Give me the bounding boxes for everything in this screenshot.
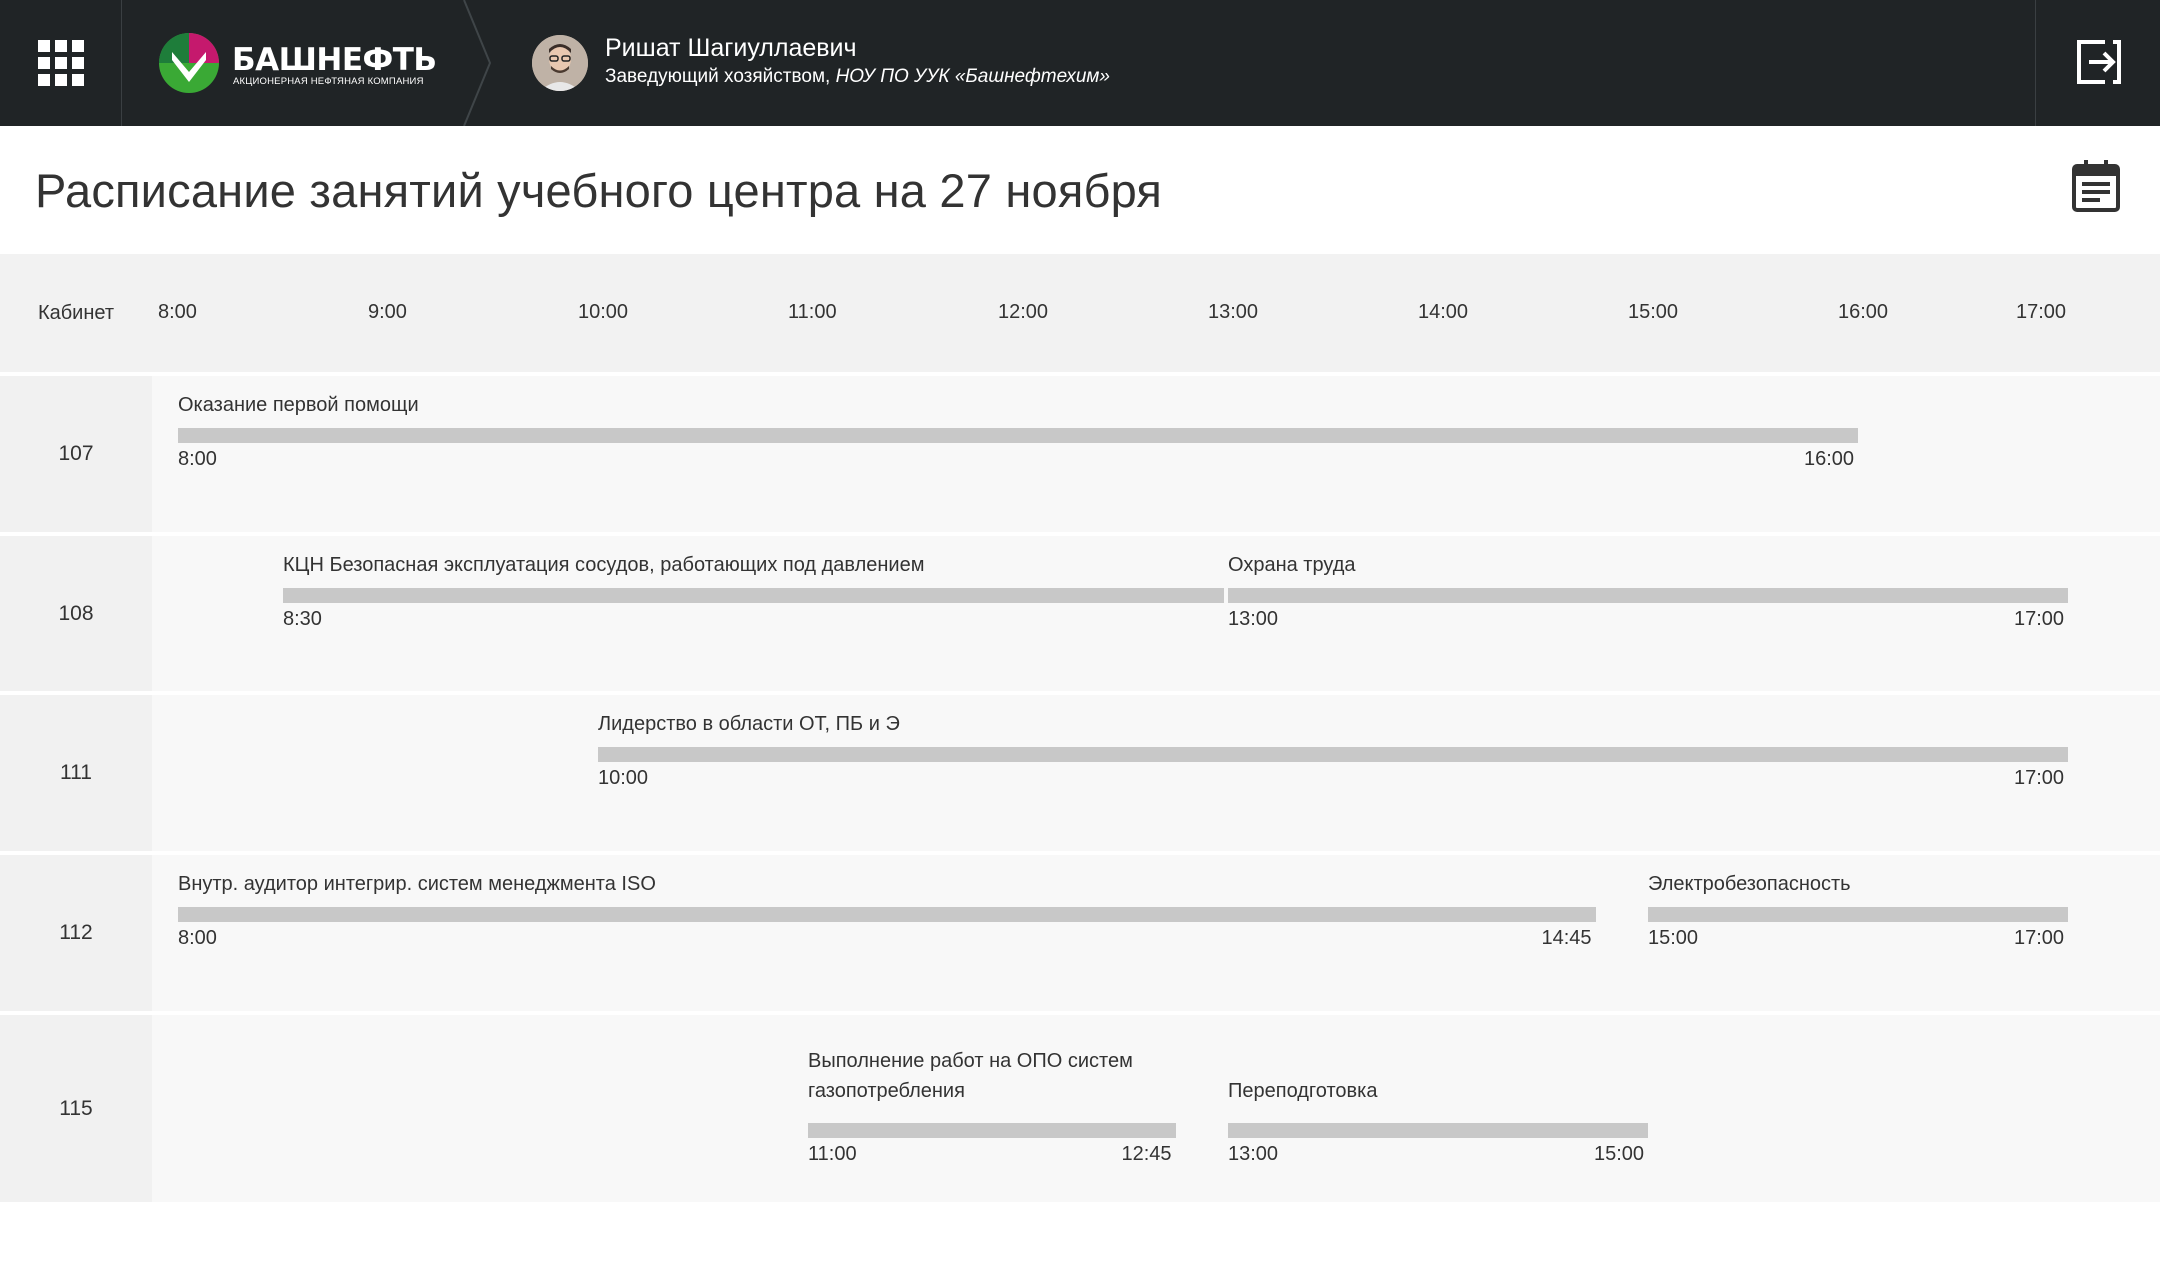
user-name: Ришат Шагиуллаевич [605,34,857,62]
time-tick-label: 8:00 [158,301,197,323]
event-duration-bar[interactable] [178,907,1596,922]
event-title-line2: газопотребления [808,1080,965,1102]
calendar-button[interactable] [2072,160,2124,216]
time-tick-label: 9:00 [368,301,407,323]
schedule-row-107: 107 Оказание первой помощи 8:00 16:00 [0,376,2160,532]
brand-tagline: АКЦИОНЕРНАЯ НЕФТЯНАЯ КОМПАНИЯ [233,76,424,87]
event-start-time: 8:30 [283,608,322,630]
event-duration-bar[interactable] [598,747,2068,762]
event-title: Оказание первой помощи [178,394,419,416]
room-number: 112 [0,855,152,1011]
event-start-time: 8:00 [178,448,217,470]
user-role: Заведующий хозяйством, НОУ ПО УУК «Башне… [605,66,1110,88]
time-tick-label: 10:00 [578,301,629,323]
time-tick-label: 15:00 [1628,301,1679,323]
logout-icon [2077,40,2121,84]
room-number: 115 [0,1015,152,1202]
event-duration-bar[interactable] [1228,588,2068,603]
apps-grid-icon [38,40,84,86]
event-start-time: 13:00 [1228,1143,1279,1165]
schedule-header-row: Кабинет 8:00 9:00 10:00 11:00 12:00 13:00 14:0… [0,254,2160,372]
top-bar: БАШНЕФТЬ АКЦИОНЕРНАЯ НЕФТЯНАЯ КОМПАНИЯ Р… [0,0,2160,126]
user-organization: НОУ ПО УУК «Башнефтехим» [835,66,1110,87]
time-tick-label: 14:00 [1418,301,1469,323]
event-title: Охрана труда [1228,554,1356,576]
event-end-time: 17:00 [2014,927,2065,949]
event-start-time: 15:00 [1648,927,1699,949]
calendar-icon [2072,160,2120,212]
event-end-time: 17:00 [2014,608,2065,630]
event-end-time: 16:00 [1804,448,1855,470]
logout-button[interactable] [2035,0,2160,126]
apps-menu-button[interactable] [0,0,122,126]
event-duration-bar[interactable] [808,1123,1176,1138]
event-title: Внутр. аудитор интегрир. систем менеджме… [178,873,656,895]
breadcrumb-separator-icon [463,0,492,126]
room-number: 108 [0,536,152,691]
event-end-time: 17:00 [2014,767,2065,789]
user-position: Заведующий хозяйством, [605,66,831,87]
event-duration-bar[interactable] [283,588,1224,603]
event-end-time: 15:00 [1594,1143,1645,1165]
event-start-time: 8:00 [178,927,217,949]
event-title: Переподготовка [1228,1080,1378,1102]
schedule-row-108: 108 КЦН Безопасная эксплуатация сосудов, … [0,536,2160,691]
room-number: 111 [0,695,152,851]
time-tick-label: 12:00 [998,301,1049,323]
event-duration-bar[interactable] [1228,1123,1648,1138]
event-duration-bar[interactable] [178,428,1858,443]
event-start-time: 10:00 [598,767,649,789]
company-logo[interactable]: БАШНЕФТЬ АКЦИОНЕРНАЯ НЕФТЯНАЯ КОМПАНИЯ [122,0,482,126]
time-tick-label: 16:00 [1838,301,1889,323]
event-start-time: 11:00 [808,1143,857,1165]
room-number: 107 [0,376,152,532]
avatar [532,35,588,91]
room-column-header: Кабинет [37,301,115,324]
time-tick-label: 11:00 [788,301,837,323]
bashneft-logo-icon [159,33,219,93]
brand-name: БАШНЕФТЬ [232,42,437,78]
schedule-row-111: 111 Лидерство в области ОТ, ПБ и Э 10:00 17… [0,695,2160,851]
time-tick-label: 13:00 [1208,301,1259,323]
event-duration-bar[interactable] [1648,907,2068,922]
time-tick-label: 17:00 [2016,301,2067,323]
schedule-row-115: 115 Выполнение работ на ОПО систем газопот… [0,1015,2160,1202]
page-title: Расписание занятий учебного центра на 27… [35,164,1163,217]
event-title: Электробезопасность [1648,873,1851,895]
schedule-row-112: 112 Внутр. аудитор интегрир. систем менед… [0,855,2160,1011]
event-title: Лидерство в области ОТ, ПБ и Э [598,713,900,735]
event-title: Выполнение работ на ОПО систем [808,1050,1133,1072]
event-end-time: 12:45 [1121,1143,1172,1165]
event-end-time: 14:45 [1541,927,1592,949]
event-title: КЦН Безопасная эксплуатация сосудов, раб… [283,554,925,576]
event-start-time: 13:00 [1228,608,1279,630]
